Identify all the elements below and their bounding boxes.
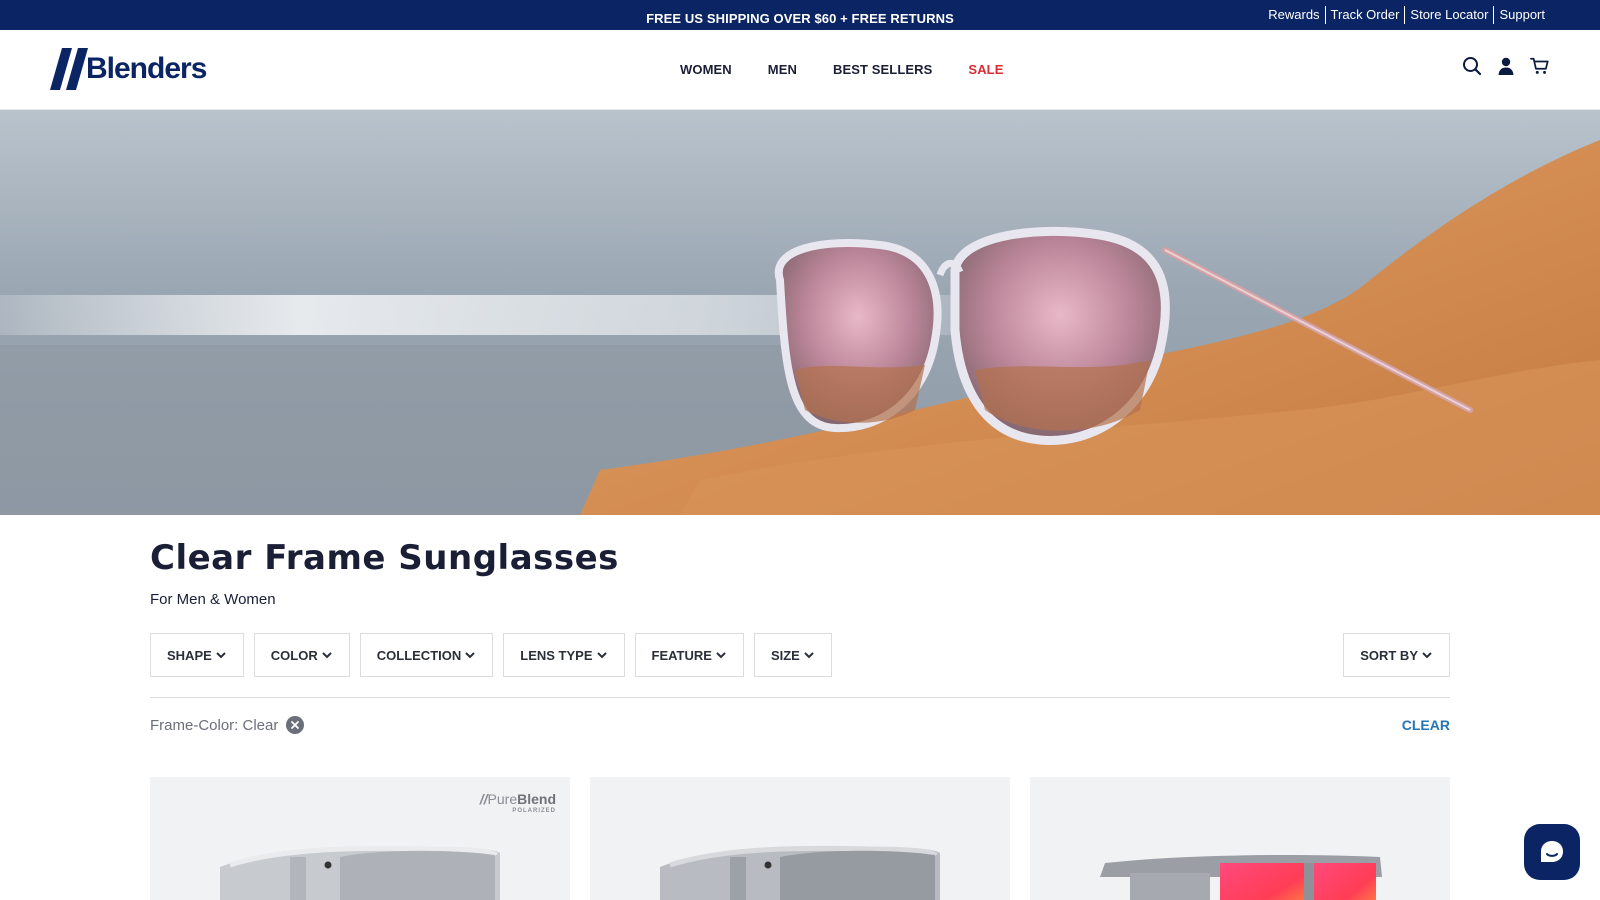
filter-color-label: COLOR <box>270 647 318 663</box>
filter-divider <box>150 697 1450 698</box>
hero-sunglasses-illustration <box>0 110 1600 515</box>
filter-size-label: SIZE <box>770 647 800 663</box>
filter-size-button[interactable]: SIZE <box>753 633 832 677</box>
filter-color-button[interactable]: COLOR <box>253 633 350 677</box>
store-locator-link[interactable]: Store Locator <box>1404 6 1493 24</box>
brand-logo[interactable]: Blenders <box>50 48 207 90</box>
filter-collection-label: COLLECTION <box>376 647 462 663</box>
product-grid: //PureBlend POLARIZED <box>150 777 1450 900</box>
filter-feature-label: FEATURE <box>651 647 712 663</box>
chevron-down-icon <box>464 649 476 661</box>
utility-links: Rewards Track Order Store Locator Suppor… <box>1263 0 1550 30</box>
cart-icon[interactable] <box>1530 56 1550 76</box>
filter-shape-button[interactable]: SHAPE <box>150 633 244 677</box>
filter-collection-button[interactable]: COLLECTION <box>359 633 494 677</box>
chevron-down-icon <box>215 649 227 661</box>
chevron-down-icon <box>803 649 815 661</box>
nav-best-sellers[interactable]: BEST SELLERS <box>833 62 932 77</box>
product-image-gray-shield <box>660 845 940 900</box>
filter-feature-button[interactable]: FEATURE <box>634 633 744 677</box>
nav-sale[interactable]: SALE <box>968 62 1003 77</box>
clear-filters-link[interactable]: CLEAR <box>1402 717 1450 733</box>
chevron-down-icon <box>321 649 333 661</box>
chevron-down-icon <box>715 649 727 661</box>
chat-launcher-button[interactable] <box>1524 824 1580 880</box>
announcement-bar: FREE US SHIPPING OVER $60 + FREE RETURNS… <box>0 0 1600 30</box>
hero-banner-image <box>0 110 1600 515</box>
product-card[interactable] <box>590 777 1010 900</box>
product-card[interactable] <box>1030 777 1450 900</box>
active-filter-chip: Frame-Color: Clear <box>150 714 305 736</box>
logo-text: Blenders <box>86 52 207 85</box>
remove-filter-icon[interactable] <box>286 716 305 734</box>
filter-lens-type-button[interactable]: LENS TYPE <box>503 633 625 677</box>
header-icons <box>1462 56 1550 76</box>
chevron-down-icon <box>1421 649 1433 661</box>
nav-women[interactable]: WOMEN <box>680 62 732 77</box>
nav-men[interactable]: MEN <box>768 62 797 77</box>
main-nav: WOMEN MEN BEST SELLERS SALE <box>680 30 1040 108</box>
sort-by-label: SORT BY <box>1360 647 1418 663</box>
active-filter-label: Frame-Color: Clear <box>150 716 279 734</box>
site-header: Blenders WOMEN MEN BEST SELLERS SALE <box>0 30 1600 110</box>
page-title: Clear Frame Sunglasses <box>150 538 619 578</box>
sort-by-button[interactable]: SORT BY <box>1343 633 1450 677</box>
search-icon[interactable] <box>1462 56 1482 76</box>
chevron-down-icon <box>596 649 608 661</box>
page-subtitle: For Men & Women <box>150 591 276 608</box>
chat-icon <box>1541 841 1563 862</box>
product-card[interactable]: //PureBlend POLARIZED <box>150 777 570 900</box>
track-order-link[interactable]: Track Order <box>1324 6 1405 24</box>
product-image-pink-lens <box>1100 855 1382 900</box>
rewards-link[interactable]: Rewards <box>1263 6 1324 24</box>
filter-lens-type-label: LENS TYPE <box>520 647 593 663</box>
filter-shape-label: SHAPE <box>167 647 212 663</box>
filter-bar: SHAPE COLOR COLLECTION LENS TYPE FEATURE… <box>150 633 832 677</box>
logo-slashes-icon <box>50 48 88 90</box>
support-link[interactable]: Support <box>1493 6 1550 24</box>
account-icon[interactable] <box>1496 56 1516 76</box>
product-image-clear-shield <box>220 845 500 900</box>
